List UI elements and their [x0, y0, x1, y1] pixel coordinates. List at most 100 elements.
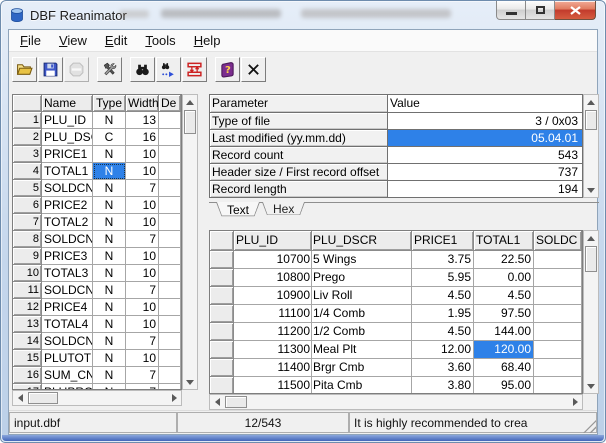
field-cell[interactable]: 10 — [126, 163, 159, 180]
field-cell[interactable]: 7 — [126, 231, 159, 248]
field-cell[interactable] — [159, 265, 181, 282]
scroll-up-icon[interactable] — [584, 231, 598, 245]
field-cell[interactable]: N — [93, 180, 126, 197]
scroll-left-icon[interactable] — [210, 395, 224, 409]
field-cell[interactable]: N — [93, 146, 126, 163]
field-row-header[interactable]: 5 — [13, 180, 42, 197]
record-cell[interactable]: Brgr Cmb — [312, 359, 412, 377]
param-name-cell[interactable]: Record length — [210, 181, 388, 198]
record-cell[interactable]: 3.80 — [412, 377, 474, 394]
field-row-header[interactable]: 10 — [13, 265, 42, 282]
maximize-button[interactable] — [526, 1, 555, 20]
menu-item-view[interactable]: View — [50, 30, 96, 51]
param-name-cell[interactable]: Header size / First record offset — [210, 164, 388, 181]
field-cell[interactable] — [159, 282, 181, 299]
record-cell[interactable]: 1/2 Comb — [312, 323, 412, 341]
field-row-header[interactable]: 15 — [13, 350, 42, 367]
field-row-header[interactable]: 6 — [13, 197, 42, 214]
record-cell[interactable]: 10800 — [234, 269, 312, 287]
field-cell[interactable]: 7 — [126, 180, 159, 197]
field-row-header[interactable]: 12 — [13, 299, 42, 316]
field-cell[interactable] — [159, 333, 181, 350]
field-cell[interactable]: SUM_CN — [42, 367, 93, 384]
field-cell[interactable]: PRICE4 — [42, 299, 93, 316]
field-cell[interactable]: N — [93, 197, 126, 214]
field-cell[interactable]: TOTAL2 — [42, 214, 93, 231]
field-cell[interactable] — [159, 214, 181, 231]
record-cell[interactable] — [534, 287, 582, 305]
field-cell[interactable]: PLUTOT — [42, 350, 93, 367]
menu-item-file[interactable]: File — [11, 30, 50, 51]
scroll-down-icon[interactable] — [584, 379, 598, 393]
field-cell[interactable]: N — [93, 333, 126, 350]
field-cell[interactable]: N — [93, 231, 126, 248]
param-value-cell[interactable]: 05.04.01 — [388, 130, 582, 147]
field-cell[interactable]: PLU_DSC — [42, 129, 93, 146]
field-cell[interactable] — [159, 350, 181, 367]
field-row-header[interactable]: 1 — [13, 112, 42, 129]
toolbar-button-open[interactable] — [12, 57, 37, 82]
scroll-right-icon[interactable] — [568, 395, 582, 409]
menu-item-tools[interactable]: Tools — [136, 30, 184, 51]
record-cell[interactable]: 11400 — [234, 359, 312, 377]
record-cell[interactable]: 4.50 — [474, 287, 534, 305]
record-cell[interactable]: 22.50 — [474, 251, 534, 269]
record-cell[interactable]: 95.00 — [474, 377, 534, 394]
record-cell[interactable]: 5.95 — [412, 269, 474, 287]
field-cell[interactable]: 10 — [126, 299, 159, 316]
field-cell[interactable]: N — [93, 214, 126, 231]
field-cell[interactable] — [159, 367, 181, 384]
field-cell[interactable] — [159, 129, 181, 146]
field-cell[interactable]: SOLDCN — [42, 231, 93, 248]
app-icon[interactable] — [9, 7, 25, 23]
scroll-left-icon[interactable] — [13, 391, 27, 405]
field-cell[interactable] — [159, 231, 181, 248]
field-row-header[interactable]: 7 — [13, 214, 42, 231]
record-cell[interactable]: 3.75 — [412, 251, 474, 269]
record-cell[interactable]: 1/4 Comb — [312, 305, 412, 323]
param-value-cell[interactable]: 3 / 0x03 — [388, 113, 582, 130]
record-cell[interactable] — [534, 305, 582, 323]
record-row-header[interactable] — [210, 341, 234, 359]
record-cell[interactable] — [534, 341, 582, 359]
record-cell[interactable]: Prego — [312, 269, 412, 287]
records-grid-horizontal-scrollbar[interactable] — [209, 394, 583, 410]
field-cell[interactable]: 10 — [126, 146, 159, 163]
tab-hex[interactable]: Hex — [262, 202, 305, 219]
field-cell[interactable]: TOTAL1 — [42, 163, 93, 180]
record-cell[interactable] — [534, 359, 582, 377]
scrollbar-thumb[interactable] — [225, 396, 247, 408]
menu-item-help[interactable]: Help — [185, 30, 230, 51]
field-row-header[interactable]: 3 — [13, 146, 42, 163]
field-cell[interactable]: 10 — [126, 248, 159, 265]
field-cell[interactable] — [159, 316, 181, 333]
scroll-down-icon[interactable] — [584, 183, 598, 197]
record-row-header[interactable] — [210, 287, 234, 305]
field-cell[interactable]: N — [93, 367, 126, 384]
param-value-cell[interactable]: 543 — [388, 147, 582, 164]
field-cell[interactable]: PLU_ID — [42, 112, 93, 129]
record-cell[interactable]: 5 Wings — [312, 251, 412, 269]
field-row-header[interactable]: 4 — [13, 163, 42, 180]
field-cell[interactable] — [159, 180, 181, 197]
param-name-cell[interactable]: Record count — [210, 147, 388, 164]
scroll-right-icon[interactable] — [167, 391, 181, 405]
field-cell[interactable]: PRICE2 — [42, 197, 93, 214]
menu-item-edit[interactable]: Edit — [96, 30, 136, 51]
record-cell[interactable]: 144.00 — [474, 323, 534, 341]
minimize-button[interactable] — [496, 1, 526, 20]
record-cell[interactable] — [534, 323, 582, 341]
field-cell[interactable]: 7 — [126, 282, 159, 299]
record-cell[interactable]: 120.00 — [474, 341, 534, 359]
record-row-header[interactable] — [210, 305, 234, 323]
record-cell[interactable]: 97.50 — [474, 305, 534, 323]
field-cell[interactable]: N — [93, 350, 126, 367]
field-cell[interactable] — [159, 197, 181, 214]
param-value-cell[interactable]: 194 — [388, 181, 582, 198]
param-value-cell[interactable]: 737 — [388, 164, 582, 181]
record-cell[interactable]: Liv Roll — [312, 287, 412, 305]
toolbar-button-delete[interactable] — [241, 57, 266, 82]
toolbar-button-find[interactable] — [130, 57, 155, 82]
record-cell[interactable]: 4.50 — [412, 323, 474, 341]
field-row-header[interactable]: 14 — [13, 333, 42, 350]
